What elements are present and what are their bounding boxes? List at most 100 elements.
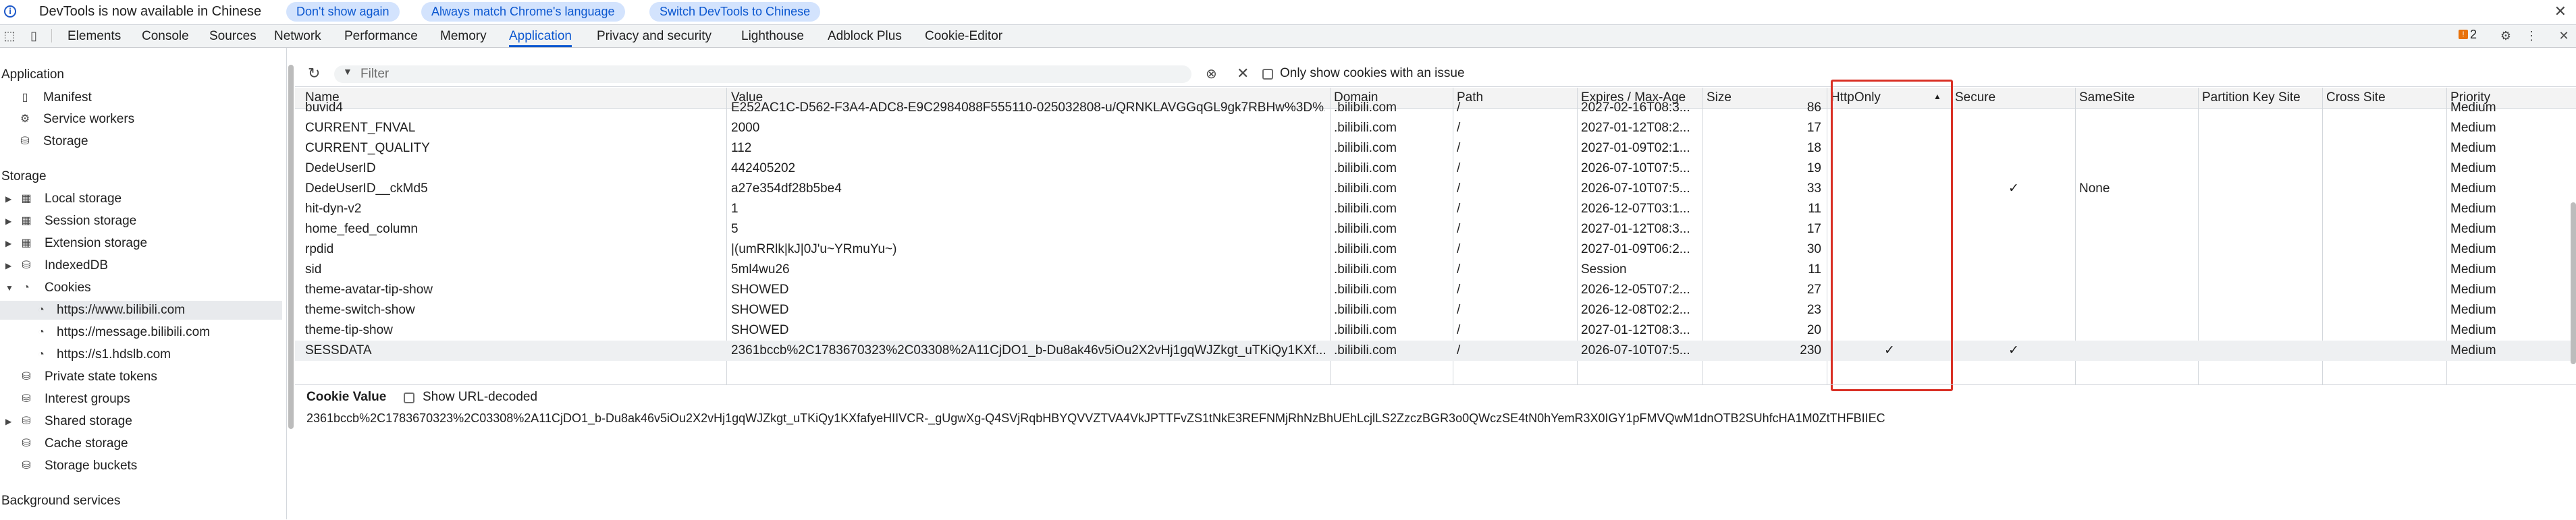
cell-samesite	[2079, 138, 2194, 158]
cell-samesite	[2079, 280, 2194, 300]
cell-value: 5ml4wu26	[731, 262, 790, 277]
cell-domain: .bilibili.com	[1334, 161, 1397, 175]
cell-name: DedeUserID__ckMd5	[305, 181, 428, 196]
sidebar-item-label: Shared storage	[45, 414, 132, 428]
cell-path: /	[1457, 242, 1461, 256]
cookie-value-label: Cookie Value	[306, 390, 387, 404]
cell-expires: 2027-01-09T06:2...	[1581, 242, 1690, 256]
cell-samesite	[2079, 118, 2194, 138]
cell-name: SESSDATA	[305, 343, 372, 357]
cell-expires: 2027-02-16T08:3...	[1581, 100, 1690, 115]
cell-priority: Medium	[2450, 303, 2496, 317]
cell-samesite: None	[2079, 181, 2110, 196]
cell-priority: Medium	[2450, 161, 2496, 175]
cell-size: 17	[1806, 222, 1821, 236]
cell-priority: Medium	[2450, 181, 2496, 196]
table-scrollbar[interactable]	[2571, 202, 2576, 364]
cell-name: hit-dyn-v2	[305, 202, 362, 216]
cell-expires: 2026-12-07T03:1...	[1581, 202, 1690, 216]
cell-secure	[1955, 98, 2072, 118]
cell-priority: Medium	[2450, 283, 2496, 297]
cell-expires: 2026-07-10T07:5...	[1581, 161, 1690, 175]
cell-expires: 2026-12-05T07:2...	[1581, 283, 1690, 297]
cell-path: /	[1457, 100, 1461, 115]
cell-secure	[1955, 239, 2072, 260]
cell-value: 442405202	[731, 161, 796, 175]
cell-size: 27	[1806, 283, 1821, 297]
cell-size: 33	[1806, 181, 1821, 196]
cell-secure	[1955, 118, 2072, 138]
cell-expires: 2026-07-10T07:5...	[1581, 181, 1690, 196]
cell-value: a27e354df28b5be4	[731, 181, 842, 196]
cell-path: /	[1457, 323, 1461, 337]
cell-name: theme-avatar-tip-show	[305, 283, 433, 297]
sidebar-item-interest-groups[interactable]: ⛁ Interest groups	[5, 390, 282, 409]
cell-value: |(umRRlk|kJ|0J'u~YRmuYu~)	[731, 242, 897, 256]
cell-domain: .bilibili.com	[1334, 343, 1397, 357]
cell-samesite	[2079, 219, 2194, 239]
show-url-decoded-checkbox[interactable]	[404, 393, 414, 403]
cell-secure	[1955, 138, 2072, 158]
cell-priority: Medium	[2450, 202, 2496, 216]
sidebar-item-storage-buckets[interactable]: ⛁ Storage buckets	[5, 457, 282, 475]
cell-name: theme-switch-show	[305, 303, 415, 317]
cell-samesite	[2079, 300, 2194, 320]
sidebar-item-cache-storage[interactable]: ⛁ Cache storage	[5, 434, 282, 453]
cell-path: /	[1457, 161, 1461, 175]
expand-arrow-icon[interactable]: ▶	[5, 412, 11, 431]
cell-priority: Medium	[2450, 141, 2496, 155]
cell-value: 1	[731, 202, 739, 216]
cell-path: /	[1457, 141, 1461, 155]
cell-secure	[1955, 199, 2072, 219]
cell-domain: .bilibili.com	[1334, 283, 1397, 297]
cookie-value-text[interactable]: 2361bccb%2C1783670323%2C03308%2A11CjDO1_…	[306, 411, 2561, 426]
httponly-highlight-box	[1831, 80, 1953, 391]
cell-domain: .bilibili.com	[1334, 242, 1397, 256]
cell-path: /	[1457, 121, 1461, 135]
cell-expires: Session	[1581, 262, 1627, 277]
cell-secure	[1955, 219, 2072, 239]
cell-secure	[1955, 320, 2072, 341]
database-icon: ⛁	[22, 393, 31, 405]
cell-name: home_feed_column	[305, 222, 418, 236]
cell-value: 2361bccb%2C1783670323%2C03308%2A11CjDO1_…	[731, 343, 1325, 357]
cell-expires: 2027-01-12T08:2...	[1581, 121, 1690, 135]
cell-domain: .bilibili.com	[1334, 141, 1397, 155]
cell-value: E252AC1C-D562-F3A4-ADC8-E9C2984088F55511…	[731, 100, 1325, 115]
cell-secure	[1955, 280, 2072, 300]
cell-size: 23	[1806, 303, 1821, 317]
cell-domain: .bilibili.com	[1334, 323, 1397, 337]
cell-secure: ✓	[2008, 181, 2019, 196]
cell-path: /	[1457, 181, 1461, 196]
cell-size: 17	[1806, 121, 1821, 135]
cell-size: 86	[1806, 100, 1821, 115]
cell-name: sid	[305, 262, 322, 277]
sidebar-item-shared-storage[interactable]: ▶ ⛁ Shared storage	[5, 412, 282, 431]
cell-priority: Medium	[2450, 242, 2496, 256]
cell-name: theme-tip-show	[305, 323, 393, 337]
cell-priority: Medium	[2450, 343, 2496, 357]
show-url-decoded-label: Show URL-decoded	[423, 390, 538, 404]
cell-secure	[1955, 300, 2072, 320]
cell-name: rpdid	[305, 242, 334, 256]
cell-priority: Medium	[2450, 222, 2496, 236]
database-icon: ⛁	[22, 438, 31, 449]
sidebar-item-label: Storage buckets	[45, 459, 138, 473]
cell-size: 230	[1800, 343, 1821, 357]
cell-secure	[1955, 158, 2072, 179]
cell-size: 11	[1808, 202, 1821, 216]
database-icon: ⛁	[22, 460, 31, 471]
cell-priority: Medium	[2450, 100, 2496, 115]
cell-path: /	[1457, 283, 1461, 297]
cell-path: /	[1457, 222, 1461, 236]
cell-path: /	[1457, 262, 1461, 277]
cell-samesite	[2079, 239, 2194, 260]
cell-path: /	[1457, 303, 1461, 317]
cookies-table-body: buvid4 E252AC1C-D562-F3A4-ADC8-E9C2984088…	[0, 0, 2576, 391]
cell-domain: .bilibili.com	[1334, 181, 1397, 196]
cell-expires: 2027-01-09T02:1...	[1581, 141, 1690, 155]
cell-expires: 2026-07-10T07:5...	[1581, 343, 1690, 357]
cell-size: 19	[1806, 161, 1821, 175]
cell-expires: 2026-12-08T02:2...	[1581, 303, 1690, 317]
cell-name: CURRENT_FNVAL	[305, 121, 416, 135]
